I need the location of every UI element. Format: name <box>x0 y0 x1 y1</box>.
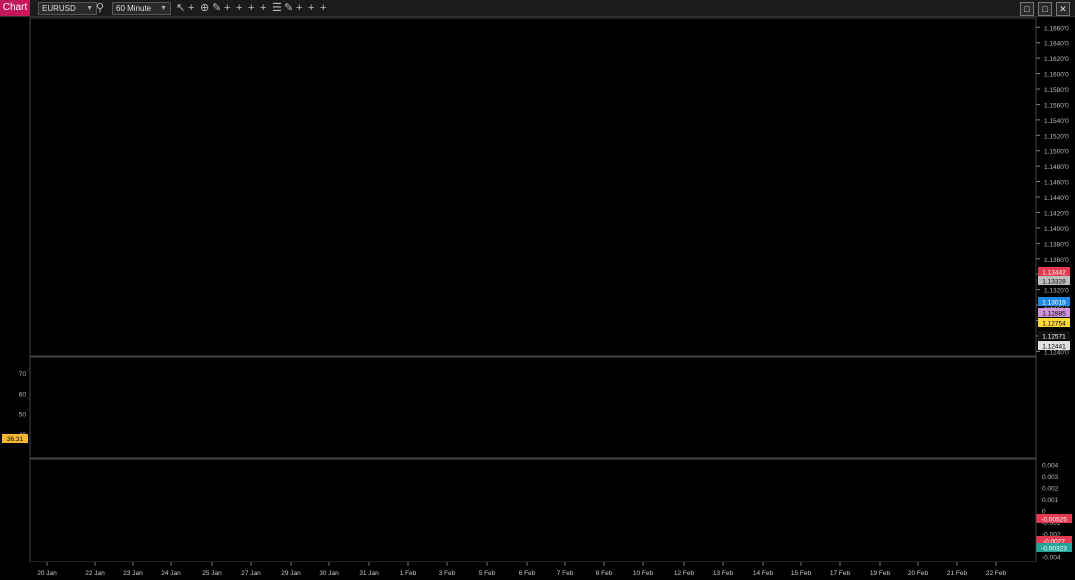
price-tag-label: 1.13328 <box>1042 279 1066 286</box>
macd-axis-label: 0.003 <box>1042 474 1059 481</box>
price-axis-label: 1.1500'0 <box>1044 149 1069 156</box>
price-axis-label: 1.1620'0 <box>1044 56 1069 63</box>
price-tag-label: 1.12754 <box>1042 321 1066 328</box>
rsi-axis-label: 60 <box>19 391 27 398</box>
x-axis-label: 10 Feb <box>633 570 654 577</box>
x-axis-label: 23 Jan <box>123 570 143 577</box>
price-axis-label: 1.1540'0 <box>1044 118 1069 125</box>
x-axis-label: 6 Feb <box>519 570 536 577</box>
price-axis-label: 1.1580'0 <box>1044 87 1069 94</box>
rsi-axis-label: 70 <box>19 371 27 378</box>
price-tag-label: 1.13442 <box>1042 270 1066 277</box>
price-axis-label: 1.1400'0 <box>1044 226 1069 233</box>
x-axis-label: 25 Jan <box>202 570 222 577</box>
x-axis-label: 21 Feb <box>947 570 968 577</box>
x-axis-label: 8 Feb <box>596 570 613 577</box>
x-axis-label: 13 Feb <box>713 570 734 577</box>
price-tag-label: 1.12441 <box>1042 344 1066 351</box>
price-axis-label: 1.1460'0 <box>1044 180 1069 187</box>
rsi-panel-frame <box>29 356 1037 459</box>
x-axis-label: 17 Feb <box>830 570 851 577</box>
x-axis-label: 5 Feb <box>479 570 496 577</box>
macd-axis-label: 0.001 <box>1042 497 1059 504</box>
x-axis-label: 3 Feb <box>439 570 456 577</box>
rsi-value-label: 36.31 <box>7 436 24 443</box>
price-axis-label: 1.1420'0 <box>1044 210 1069 217</box>
price-panel-frame <box>29 17 1037 357</box>
price-tag-label: 1.12885 <box>1042 311 1066 318</box>
price-tag-label: 1.12571 <box>1042 334 1066 341</box>
x-axis-label: 15 Feb <box>791 570 812 577</box>
price-axis-label: 1.1480'0 <box>1044 164 1069 171</box>
macd-axis-label: 0.002 <box>1042 486 1059 493</box>
x-axis-label: 30 Jan <box>319 570 339 577</box>
macd-axis-label: -0.004 <box>1042 554 1061 561</box>
x-axis-label: 12 Feb <box>674 570 695 577</box>
chart-canvas[interactable]: 1.1660'0 1.1640'0 1.1620'0 1.1600'0 1.1580'0… <box>0 0 1075 580</box>
x-axis-label: 27 Jan <box>241 570 261 577</box>
price-axis-label: 1.1560'0 <box>1044 102 1069 109</box>
macd-panel-frame <box>29 458 1037 563</box>
price-axis-label: 1.1520'0 <box>1044 133 1069 140</box>
price-axis-label: 1.1600'0 <box>1044 72 1069 79</box>
x-axis-label: 22 Jan <box>85 570 105 577</box>
price-tag-label: 1.13019 <box>1042 300 1066 307</box>
price-axis-label: 1.1440'0 <box>1044 195 1069 202</box>
x-axis-label: 22 Feb <box>986 570 1007 577</box>
x-axis-label: 20 Feb <box>908 570 929 577</box>
x-axis-label: 29 Jan <box>281 570 301 577</box>
price-axis-label: 1.1380'0 <box>1044 241 1069 248</box>
x-axis-label: 31 Jan <box>359 570 379 577</box>
macd-axis-label: 0.004 <box>1042 463 1059 470</box>
price-axis-label: 1.1320'0 <box>1044 288 1069 295</box>
x-axis-label: 19 Feb <box>870 570 891 577</box>
x-axis-label: 7 Feb <box>557 570 574 577</box>
macd-value-label: -0.00525 <box>1041 517 1067 524</box>
x-axis-label: 1 Feb <box>400 570 417 577</box>
price-axis-label: 1.1660'0 <box>1044 25 1069 32</box>
rsi-axis-label: 50 <box>19 412 27 419</box>
x-axis-label: 14 Feb <box>753 570 774 577</box>
macd-value-label: -0.00323 <box>1041 546 1067 553</box>
x-axis-label: 24 Jan <box>161 570 181 577</box>
x-axis-label: 20 Jan <box>37 570 57 577</box>
price-axis-label: 1.1360'0 <box>1044 257 1069 264</box>
price-axis-label: 1.1640'0 <box>1044 41 1069 48</box>
